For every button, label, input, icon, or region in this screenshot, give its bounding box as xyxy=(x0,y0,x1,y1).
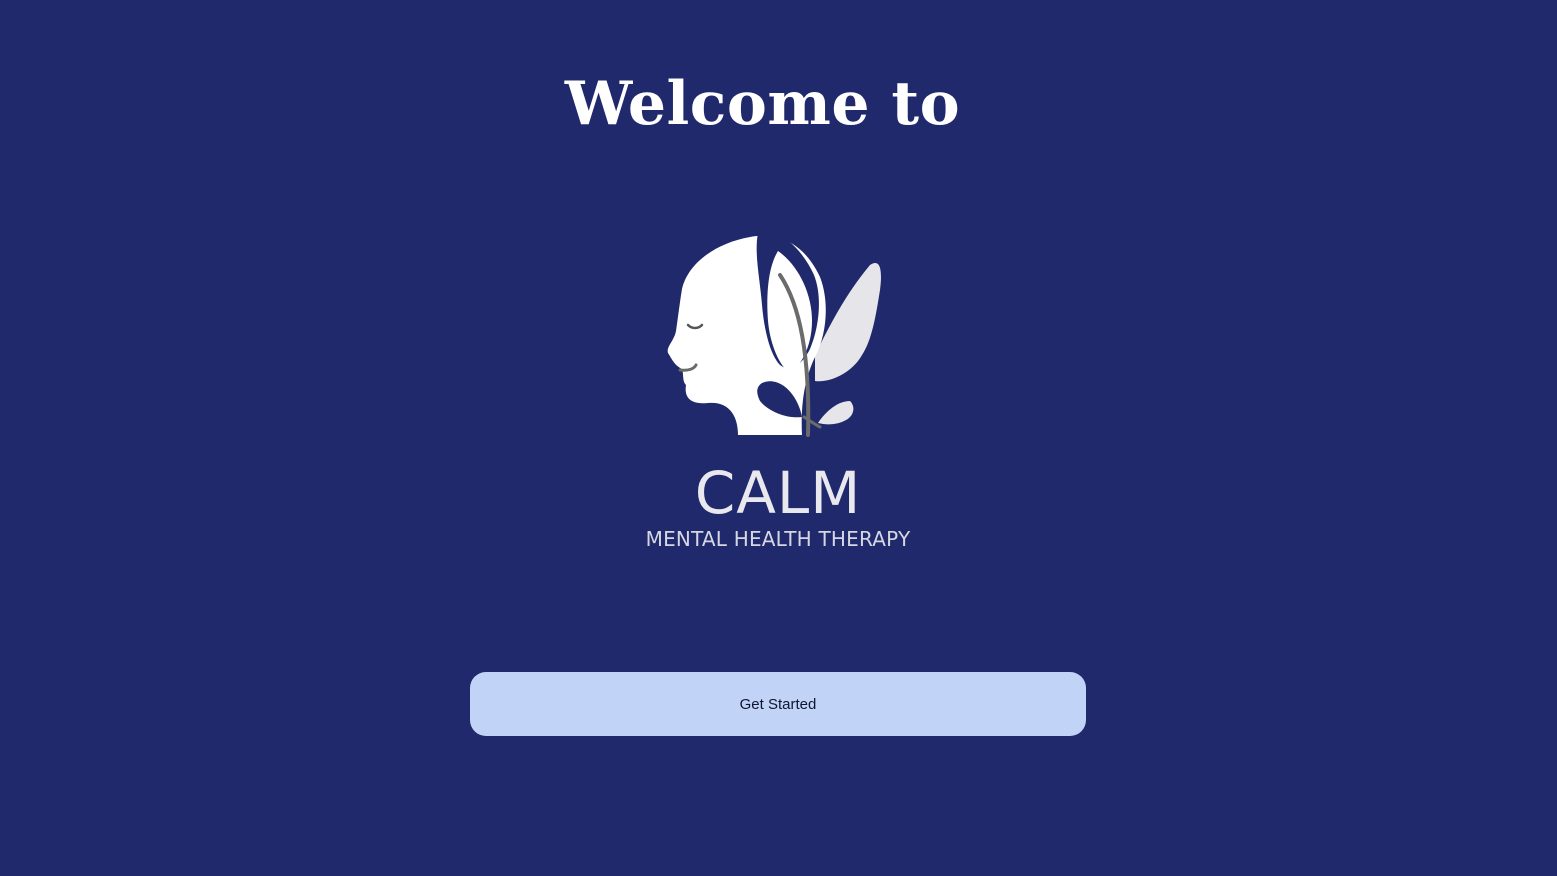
head-with-leaf-icon xyxy=(667,232,881,437)
get-started-button[interactable]: Get Started xyxy=(470,672,1086,736)
brand-tagline: MENTAL HEALTH THERAPY xyxy=(645,527,911,551)
brand-name: CALM xyxy=(694,459,862,527)
welcome-title: Welcome to xyxy=(564,69,961,139)
welcome-screen: Welcome to CALM MENTAL HEALTH THERAPY Ge… xyxy=(0,0,1557,876)
calm-logo: CALM MENTAL HEALTH THERAPY xyxy=(630,205,930,565)
